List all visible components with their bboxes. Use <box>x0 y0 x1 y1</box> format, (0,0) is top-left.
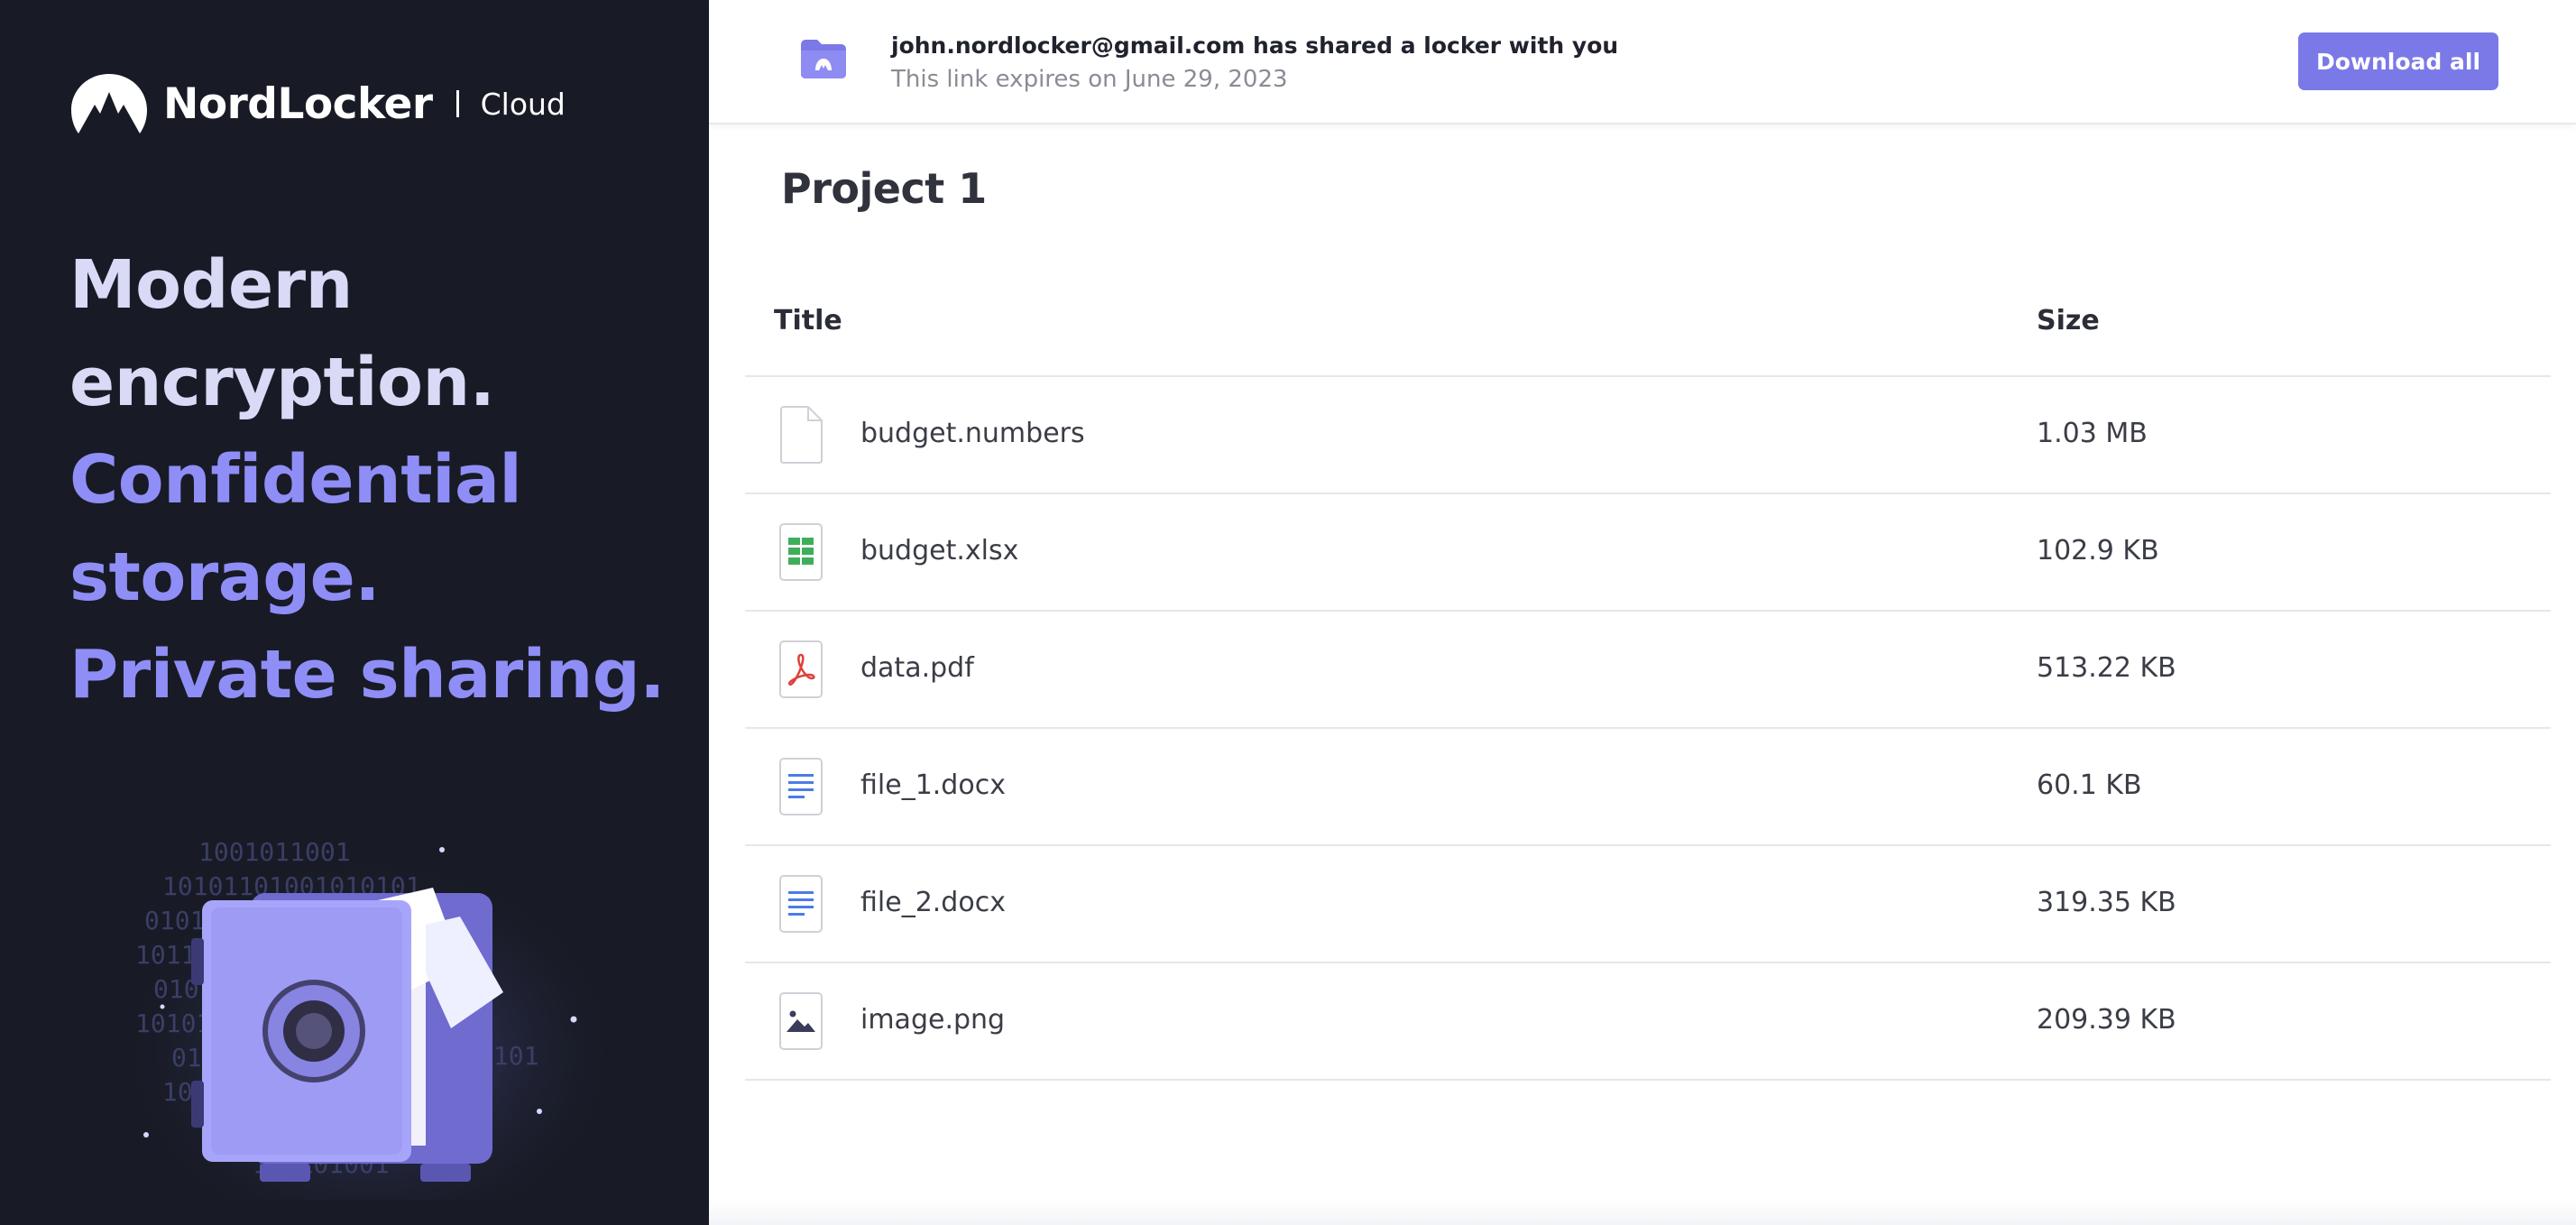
brand-product: Cloud <box>480 86 566 122</box>
file-size: 513.22 KB <box>2037 652 2176 684</box>
table-header: Title Size <box>745 278 2551 377</box>
share-title: john.nordlocker@gmail.com has shared a l… <box>891 32 1619 59</box>
file-name: data.pdf <box>860 652 974 684</box>
file-size: 319.35 KB <box>2037 887 2176 918</box>
file-size: 1.03 MB <box>2037 418 2148 449</box>
file-name: file_2.docx <box>860 887 1006 918</box>
headline-line-4: storage. <box>69 539 380 616</box>
bottom-shade <box>709 1200 2576 1225</box>
document-file-icon <box>779 758 823 815</box>
shared-folder-icon <box>801 40 846 78</box>
table-row[interactable]: file_2.docx 319.35 KB <box>745 846 2551 963</box>
nordlocker-logo-icon <box>71 74 147 134</box>
brand: NordLocker Cloud <box>69 69 566 139</box>
file-size: 209.39 KB <box>2037 1004 2176 1036</box>
table-row[interactable]: file_1.docx 60.1 KB <box>745 729 2551 846</box>
left-panel: NordLocker Cloud Modern encryption. Conf… <box>0 0 709 1225</box>
headline-line-2: encryption. <box>69 344 495 421</box>
svg-text:1001011001: 1001011001 <box>198 837 351 867</box>
vault-illustration-icon: 1001011001 10101101001010101 01010101101… <box>135 830 604 1200</box>
link-expiry: This link expires on June 29, 2023 <box>891 66 1288 93</box>
file-size: 102.9 KB <box>2037 535 2159 566</box>
image-file-icon <box>779 992 823 1050</box>
headline-line-5: Private sharing. <box>69 636 665 714</box>
table-row[interactable]: budget.xlsx 102.9 KB <box>745 494 2551 612</box>
table-row[interactable]: budget.numbers 1.03 MB <box>745 377 2551 494</box>
file-name: budget.xlsx <box>860 535 1019 566</box>
file-size: 60.1 KB <box>2037 769 2142 801</box>
column-header-size: Size <box>2037 305 2100 336</box>
download-all-button[interactable]: Download all <box>2298 32 2498 90</box>
document-file-icon <box>779 875 823 933</box>
file-table: Title Size budget.numbers 1.03 MB budget… <box>745 278 2551 1081</box>
share-header: john.nordlocker@gmail.com has shared a l… <box>709 0 2576 124</box>
locker-title: Project 1 <box>781 164 987 213</box>
brand-divider <box>455 90 459 117</box>
file-name: image.png <box>860 1004 1006 1036</box>
pdf-file-icon <box>779 640 823 698</box>
file-name: budget.numbers <box>860 418 1085 449</box>
file-name: file_1.docx <box>860 769 1006 801</box>
generic-file-icon <box>780 406 823 464</box>
headline: Modern encryption. Confidential storage.… <box>69 236 665 723</box>
column-header-title: Title <box>774 305 842 336</box>
table-row[interactable]: data.pdf 513.22 KB <box>745 612 2551 729</box>
spreadsheet-file-icon <box>779 523 823 581</box>
headline-line-1: Modern <box>69 246 353 324</box>
svg-text:10101: 10101 <box>135 1009 211 1038</box>
table-row[interactable]: image.png 209.39 KB <box>745 963 2551 1081</box>
share-info: john.nordlocker@gmail.com has shared a l… <box>891 31 1618 96</box>
headline-line-3: Confidential <box>69 441 522 519</box>
brand-name: NordLocker <box>163 78 433 129</box>
